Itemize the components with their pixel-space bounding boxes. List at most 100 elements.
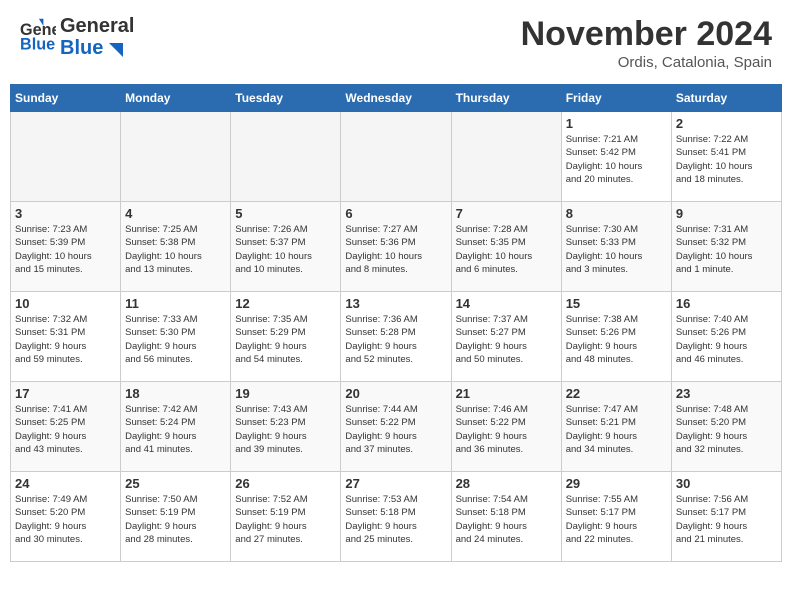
day-info: Sunrise: 7:48 AM Sunset: 5:20 PM Dayligh… [676, 403, 777, 456]
day-info: Sunrise: 7:25 AM Sunset: 5:38 PM Dayligh… [125, 223, 226, 276]
day-number: 7 [456, 206, 557, 221]
day-info: Sunrise: 7:35 AM Sunset: 5:29 PM Dayligh… [235, 313, 336, 366]
logo-general-text: General [60, 15, 134, 37]
day-number: 21 [456, 386, 557, 401]
calendar-cell: 1Sunrise: 7:21 AM Sunset: 5:42 PM Daylig… [561, 112, 671, 202]
day-number: 27 [345, 476, 446, 491]
day-info: Sunrise: 7:38 AM Sunset: 5:26 PM Dayligh… [566, 313, 667, 366]
day-number: 14 [456, 296, 557, 311]
calendar-cell [121, 112, 231, 202]
month-title: November 2024 [521, 15, 772, 54]
calendar-header-monday: Monday [121, 85, 231, 112]
calendar-cell: 14 Sunrise: 7:37 AM Sunset: 5:27 PM Dayli… [451, 292, 561, 382]
day-info: Sunrise: 7:31 AM Sunset: 5:32 PM Dayligh… [676, 223, 777, 276]
day-number: 16 [676, 296, 777, 311]
calendar-header-row: SundayMondayTuesdayWednesdayThursdayFrid… [11, 85, 782, 112]
day-number: 5 [235, 206, 336, 221]
calendar-cell [341, 112, 451, 202]
day-number: 19 [235, 386, 336, 401]
day-info: Sunrise: 7:21 AM Sunset: 5:42 PM Dayligh… [566, 133, 667, 186]
calendar-cell: 18Sunrise: 7:42 AM Sunset: 5:24 PM Dayli… [121, 382, 231, 472]
calendar-cell [231, 112, 341, 202]
location-title: Ordis, Catalonia, Spain [521, 54, 772, 71]
calendar-cell: 24Sunrise: 7:49 AM Sunset: 5:20 PM Dayli… [11, 472, 121, 562]
day-info: Sunrise: 7:32 AM Sunset: 5:31 PM Dayligh… [15, 313, 116, 366]
day-info: Sunrise: 7:55 AM Sunset: 5:17 PM Dayligh… [566, 493, 667, 546]
calendar-header-thursday: Thursday [451, 85, 561, 112]
day-info: Sunrise: 7:27 AM Sunset: 5:36 PM Dayligh… [345, 223, 446, 276]
calendar-week-3: 10 Sunrise: 7:32 AM Sunset: 5:31 PM Dayli… [11, 292, 782, 382]
calendar-cell: 26Sunrise: 7:52 AM Sunset: 5:19 PM Dayli… [231, 472, 341, 562]
logo: General Blue General Blue [20, 15, 134, 59]
day-info: Sunrise: 7:47 AM Sunset: 5:21 PM Dayligh… [566, 403, 667, 456]
calendar-cell: 5 Sunrise: 7:26 AM Sunset: 5:37 PM Daylig… [231, 202, 341, 292]
calendar-cell: 23Sunrise: 7:48 AM Sunset: 5:20 PM Dayli… [671, 382, 781, 472]
day-info: Sunrise: 7:36 AM Sunset: 5:28 PM Dayligh… [345, 313, 446, 366]
calendar-cell: 15Sunrise: 7:38 AM Sunset: 5:26 PM Dayli… [561, 292, 671, 382]
calendar-cell: 27 Sunrise: 7:53 AM Sunset: 5:18 PM Dayli… [341, 472, 451, 562]
day-info: Sunrise: 7:53 AM Sunset: 5:18 PM Dayligh… [345, 493, 446, 546]
calendar-cell: 16 Sunrise: 7:40 AM Sunset: 5:26 PM Dayli… [671, 292, 781, 382]
day-info: Sunrise: 7:37 AM Sunset: 5:27 PM Dayligh… [456, 313, 557, 366]
day-number: 18 [125, 386, 226, 401]
calendar-week-4: 17Sunrise: 7:41 AM Sunset: 5:25 PM Dayli… [11, 382, 782, 472]
calendar-cell: 4 Sunrise: 7:25 AM Sunset: 5:38 PM Daylig… [121, 202, 231, 292]
logo-triangle-icon [105, 39, 123, 57]
day-info: Sunrise: 7:56 AM Sunset: 5:17 PM Dayligh… [676, 493, 777, 546]
calendar-table: SundayMondayTuesdayWednesdayThursdayFrid… [10, 84, 782, 562]
day-info: Sunrise: 7:33 AM Sunset: 5:30 PM Dayligh… [125, 313, 226, 366]
day-number: 28 [456, 476, 557, 491]
calendar-cell: 19 Sunrise: 7:43 AM Sunset: 5:23 PM Dayli… [231, 382, 341, 472]
calendar-cell: 9 Sunrise: 7:31 AM Sunset: 5:32 PM Daylig… [671, 202, 781, 292]
day-number: 6 [345, 206, 446, 221]
day-info: Sunrise: 7:23 AM Sunset: 5:39 PM Dayligh… [15, 223, 116, 276]
calendar-cell: 3 Sunrise: 7:23 AM Sunset: 5:39 PM Daylig… [11, 202, 121, 292]
day-number: 4 [125, 206, 226, 221]
calendar-cell: 30 Sunrise: 7:56 AM Sunset: 5:17 PM Dayli… [671, 472, 781, 562]
day-number: 25 [125, 476, 226, 491]
day-number: 13 [345, 296, 446, 311]
day-info: Sunrise: 7:46 AM Sunset: 5:22 PM Dayligh… [456, 403, 557, 456]
day-info: Sunrise: 7:50 AM Sunset: 5:19 PM Dayligh… [125, 493, 226, 546]
title-block: November 2024 Ordis, Catalonia, Spain [521, 15, 772, 71]
day-number: 22 [566, 386, 667, 401]
day-info: Sunrise: 7:40 AM Sunset: 5:26 PM Dayligh… [676, 313, 777, 366]
calendar-cell: 25 Sunrise: 7:50 AM Sunset: 5:19 PM Dayli… [121, 472, 231, 562]
calendar-header-friday: Friday [561, 85, 671, 112]
calendar-cell: 2Sunrise: 7:22 AM Sunset: 5:41 PM Daylig… [671, 112, 781, 202]
logo-blue-text: Blue [60, 37, 103, 59]
calendar-header-wednesday: Wednesday [341, 85, 451, 112]
calendar-cell: 28 Sunrise: 7:54 AM Sunset: 5:18 PM Dayli… [451, 472, 561, 562]
day-number: 11 [125, 296, 226, 311]
day-number: 12 [235, 296, 336, 311]
day-number: 9 [676, 206, 777, 221]
day-info: Sunrise: 7:52 AM Sunset: 5:19 PM Dayligh… [235, 493, 336, 546]
calendar-cell: 11 Sunrise: 7:33 AM Sunset: 5:30 PM Dayli… [121, 292, 231, 382]
day-number: 20 [345, 386, 446, 401]
day-number: 29 [566, 476, 667, 491]
day-info: Sunrise: 7:28 AM Sunset: 5:35 PM Dayligh… [456, 223, 557, 276]
day-info: Sunrise: 7:54 AM Sunset: 5:18 PM Dayligh… [456, 493, 557, 546]
calendar-cell: 10 Sunrise: 7:32 AM Sunset: 5:31 PM Dayli… [11, 292, 121, 382]
calendar-cell: 13 Sunrise: 7:36 AM Sunset: 5:28 PM Dayli… [341, 292, 451, 382]
calendar-cell: 12 Sunrise: 7:35 AM Sunset: 5:29 PM Dayli… [231, 292, 341, 382]
calendar-cell [451, 112, 561, 202]
day-info: Sunrise: 7:44 AM Sunset: 5:22 PM Dayligh… [345, 403, 446, 456]
logo-icon: General Blue [20, 17, 56, 58]
day-info: Sunrise: 7:43 AM Sunset: 5:23 PM Dayligh… [235, 403, 336, 456]
day-number: 2 [676, 116, 777, 131]
page-header: General Blue General Blue November 2024 … [10, 10, 782, 76]
day-number: 24 [15, 476, 116, 491]
calendar-cell: 22 Sunrise: 7:47 AM Sunset: 5:21 PM Dayli… [561, 382, 671, 472]
day-number: 30 [676, 476, 777, 491]
calendar-week-5: 24Sunrise: 7:49 AM Sunset: 5:20 PM Dayli… [11, 472, 782, 562]
calendar-cell: 8Sunrise: 7:30 AM Sunset: 5:33 PM Daylig… [561, 202, 671, 292]
svg-text:Blue: Blue [20, 35, 55, 53]
calendar-cell: 20 Sunrise: 7:44 AM Sunset: 5:22 PM Dayli… [341, 382, 451, 472]
day-info: Sunrise: 7:26 AM Sunset: 5:37 PM Dayligh… [235, 223, 336, 276]
calendar-header-saturday: Saturday [671, 85, 781, 112]
calendar-header-tuesday: Tuesday [231, 85, 341, 112]
calendar-cell: 17Sunrise: 7:41 AM Sunset: 5:25 PM Dayli… [11, 382, 121, 472]
day-number: 10 [15, 296, 116, 311]
day-number: 3 [15, 206, 116, 221]
